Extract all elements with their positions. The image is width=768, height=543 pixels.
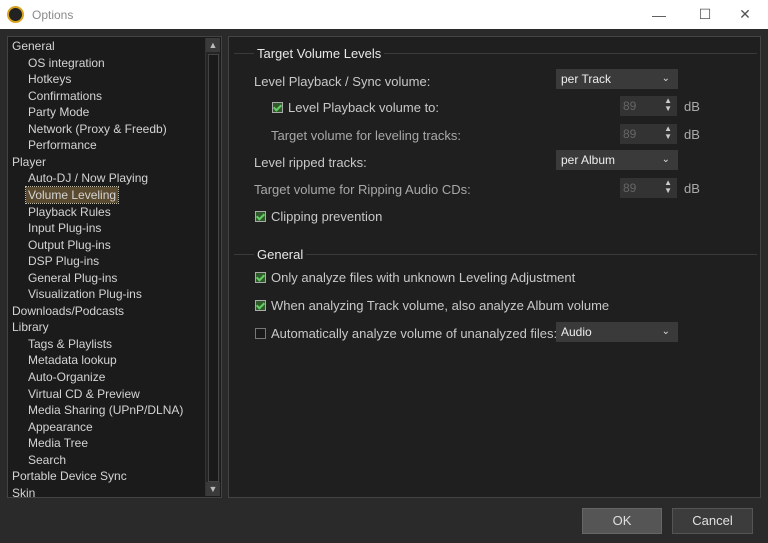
tree-item[interactable]: Library bbox=[12, 319, 49, 335]
tree-item[interactable]: Visualization Plug-ins bbox=[28, 286, 142, 302]
tree-item[interactable]: Appearance bbox=[28, 419, 93, 435]
unit-label: dB bbox=[684, 127, 700, 142]
spinner-arrows-icon[interactable]: ▲ ▼ bbox=[664, 97, 672, 113]
tree-item[interactable]: Player bbox=[12, 154, 46, 170]
tree-scrollbar[interactable]: ▲ ▼ bbox=[205, 38, 220, 496]
dropdown-value: Audio bbox=[561, 325, 592, 339]
clipping-checkbox[interactable] bbox=[255, 211, 266, 222]
level-playback-label: Level Playback / Sync volume: bbox=[254, 74, 431, 89]
tree-item[interactable]: Input Plug-ins bbox=[28, 220, 101, 236]
close-button[interactable]: ✕ bbox=[722, 0, 768, 29]
tree-item[interactable]: Auto-Organize bbox=[28, 369, 105, 385]
settings-panel: Target Volume Levels Level Playback / Sy… bbox=[228, 36, 761, 498]
chevron-down-icon: ⌄ bbox=[661, 154, 670, 165]
scrollbar-thumb[interactable] bbox=[208, 54, 219, 482]
auto-analyze-checkbox[interactable] bbox=[255, 328, 266, 339]
tree-item[interactable]: DSP Plug-ins bbox=[28, 253, 99, 269]
app-logo-icon bbox=[7, 6, 24, 23]
tree-item[interactable]: Playback Rules bbox=[28, 204, 111, 220]
tree-item[interactable]: Search bbox=[28, 452, 66, 468]
level-playback-to-label: Level Playback volume to: bbox=[288, 100, 440, 115]
ripped-dropdown[interactable]: per Album ⌄ bbox=[556, 150, 678, 170]
tree-item[interactable]: General bbox=[12, 38, 55, 54]
target-leveling-label: Target volume for leveling tracks: bbox=[271, 128, 462, 143]
tree-item[interactable]: Output Plug-ins bbox=[28, 237, 111, 253]
tree-item[interactable]: Auto-DJ / Now Playing bbox=[28, 170, 148, 186]
minimize-button[interactable]: — bbox=[636, 0, 682, 29]
title-bar: Options — ☐ ✕ bbox=[0, 0, 768, 29]
scroll-down-icon[interactable]: ▼ bbox=[206, 482, 220, 496]
tree-item[interactable]: Downloads/Podcasts bbox=[12, 303, 124, 319]
auto-analyze-label: Automatically analyze volume of unanalyz… bbox=[271, 326, 558, 341]
level-playback-to-spinner[interactable]: 89 ▲ ▼ bbox=[620, 96, 677, 116]
tree-item[interactable]: Party Mode bbox=[28, 104, 89, 120]
tree-item[interactable]: Network (Proxy & Freedb) bbox=[28, 121, 167, 137]
spinner-arrows-icon[interactable]: ▲ ▼ bbox=[664, 125, 672, 141]
group-title-general: General bbox=[254, 247, 307, 262]
tree-item[interactable]: Metadata lookup bbox=[28, 352, 117, 368]
ok-button[interactable]: OK bbox=[582, 508, 662, 534]
spinner-value: 89 bbox=[623, 99, 637, 113]
tree-item[interactable]: OS integration bbox=[28, 55, 105, 71]
tree-item[interactable]: Portable Device Sync bbox=[12, 468, 127, 484]
spinner-arrows-icon[interactable]: ▲ ▼ bbox=[664, 179, 672, 195]
album-label: When analyzing Track volume, also analyz… bbox=[271, 298, 610, 313]
tree-item[interactable]: Tags & Playlists bbox=[28, 336, 112, 352]
level-playback-to-checkbox[interactable] bbox=[272, 102, 283, 113]
tree-item[interactable]: Virtual CD & Preview bbox=[28, 386, 140, 402]
clipping-label: Clipping prevention bbox=[271, 209, 383, 224]
auto-analyze-dropdown[interactable]: Audio ⌄ bbox=[556, 322, 678, 342]
tree-item[interactable]: Skin bbox=[12, 485, 35, 501]
tree-item[interactable]: Hotkeys bbox=[28, 71, 71, 87]
group-title-target: Target Volume Levels bbox=[254, 46, 385, 61]
tree-item[interactable]: General Plug-ins bbox=[28, 270, 117, 286]
album-checkbox[interactable] bbox=[255, 300, 266, 311]
only-unknown-label: Only analyze files with unknown Leveling… bbox=[271, 270, 576, 285]
scroll-up-icon[interactable]: ▲ bbox=[206, 38, 220, 52]
chevron-down-icon: ⌄ bbox=[661, 73, 670, 84]
tree-item[interactable]: Volume Leveling bbox=[24, 185, 120, 204]
spinner-value: 89 bbox=[623, 127, 637, 141]
level-playback-dropdown[interactable]: per Track ⌄ bbox=[556, 69, 678, 89]
only-unknown-checkbox[interactable] bbox=[255, 272, 266, 283]
dropdown-value: per Track bbox=[561, 72, 612, 86]
unit-label: dB bbox=[684, 181, 700, 196]
tree-item[interactable]: Media Tree bbox=[28, 435, 88, 451]
tree-item[interactable]: Performance bbox=[28, 137, 97, 153]
cancel-button[interactable]: Cancel bbox=[672, 508, 753, 534]
ripping-target-label: Target volume for Ripping Audio CDs: bbox=[254, 182, 471, 197]
window-title: Options bbox=[32, 7, 74, 22]
dropdown-value: per Album bbox=[561, 153, 616, 167]
spinner-value: 89 bbox=[623, 181, 637, 195]
chevron-down-icon: ⌄ bbox=[661, 326, 670, 337]
tree-item[interactable]: Media Sharing (UPnP/DLNA) bbox=[28, 402, 183, 418]
target-leveling-spinner[interactable]: 89 ▲ ▼ bbox=[620, 124, 677, 144]
options-tree: ▲ ▼ General OS integration Hotkeys Confirma… bbox=[7, 36, 222, 501]
unit-label: dB bbox=[684, 99, 700, 114]
ripped-label: Level ripped tracks: bbox=[254, 155, 367, 170]
ripping-target-spinner[interactable]: 89 ▲ ▼ bbox=[620, 178, 677, 198]
tree-item[interactable]: Confirmations bbox=[28, 88, 102, 104]
